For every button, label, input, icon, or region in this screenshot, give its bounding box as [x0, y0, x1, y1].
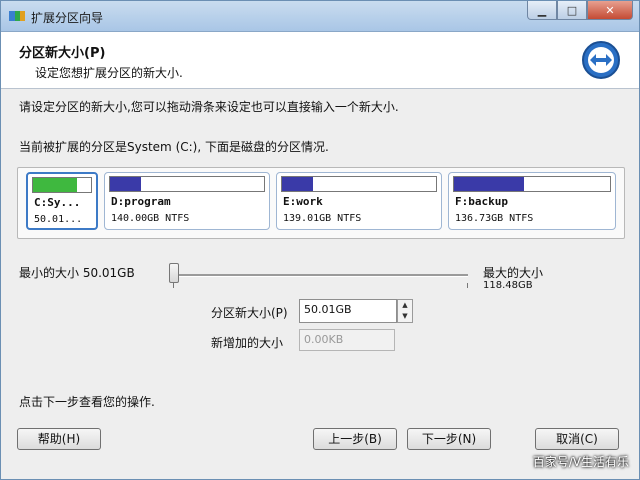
- title-bar: 扩展分区向导 ▁ □ ✕: [1, 1, 639, 32]
- usage-bar: [282, 177, 313, 191]
- usage-bar: [454, 177, 525, 191]
- size-slider-thumb[interactable]: [169, 263, 179, 283]
- partition-size: 139.01GB NTFS: [283, 213, 362, 224]
- slider-tick: [467, 283, 468, 288]
- minimize-button[interactable]: ▁: [527, 1, 557, 20]
- usage-bar: [33, 178, 77, 192]
- usage-bar: [110, 177, 141, 191]
- partition-size: 140.00GB NTFS: [111, 213, 190, 224]
- added-size-label: 新增加的大小: [211, 336, 284, 350]
- added-size-field: 0.00KB: [299, 329, 395, 351]
- next-button[interactable]: 下一步(N): [407, 428, 491, 450]
- current-partition-text: 当前被扩展的分区是System (C:), 下面是磁盘的分区情况.: [19, 140, 329, 154]
- partition-size: 50.01...: [34, 214, 83, 225]
- new-size-label: 分区新大小(P): [211, 306, 288, 320]
- help-button[interactable]: 帮助(H): [17, 428, 101, 450]
- min-size-label: 最小的大小 50.01GB: [19, 266, 135, 280]
- partition-c[interactable]: C:Sy... 50.01...: [26, 172, 98, 230]
- window-title: 扩展分区向导: [31, 11, 104, 25]
- partition-name: C:Sy...: [34, 196, 81, 209]
- app-icon: [9, 11, 25, 21]
- close-button[interactable]: ✕: [587, 1, 633, 20]
- disk-map: C:Sy... 50.01... D:program 140.00GB NTFS…: [17, 167, 625, 239]
- size-slider-track[interactable]: [173, 274, 468, 277]
- back-button[interactable]: 上一步(B): [313, 428, 397, 450]
- page-subtitle: 设定您想扩展分区的新大小.: [35, 66, 183, 80]
- spin-up-icon[interactable]: ▲: [398, 300, 412, 311]
- slider-tick: [173, 283, 174, 288]
- spin-down-icon[interactable]: ▼: [398, 311, 412, 322]
- new-size-spinner[interactable]: ▲ ▼: [397, 299, 413, 323]
- partition-name: F:backup: [455, 195, 508, 208]
- max-size-label: 最大的大小: [483, 266, 544, 280]
- watermark: 百家号/V生活有乐: [532, 455, 629, 469]
- partition-f[interactable]: F:backup 136.73GB NTFS: [448, 172, 616, 230]
- wizard-header: 分区新大小(P) 设定您想扩展分区的新大小.: [1, 32, 639, 89]
- partition-name: D:program: [111, 195, 171, 208]
- max-size-value: 118.48GB: [483, 280, 533, 291]
- footer-hint: 点击下一步查看您的操作.: [19, 395, 155, 409]
- intro-text: 请设定分区的新大小,您可以拖动滑条来设定也可以直接输入一个新大小.: [19, 100, 399, 114]
- partition-e[interactable]: E:work 139.01GB NTFS: [276, 172, 442, 230]
- cancel-button[interactable]: 取消(C): [535, 428, 619, 450]
- maximize-button[interactable]: □: [557, 1, 587, 20]
- wizard-window: 扩展分区向导 ▁ □ ✕ 分区新大小(P) 设定您想扩展分区的新大小. 请设定分…: [0, 0, 640, 480]
- page-title: 分区新大小(P): [19, 46, 106, 61]
- partition-size: 136.73GB NTFS: [455, 213, 534, 224]
- new-size-input[interactable]: 50.01GB: [299, 299, 397, 323]
- partition-d[interactable]: D:program 140.00GB NTFS: [104, 172, 270, 230]
- partition-name: E:work: [283, 195, 323, 208]
- resize-arrows-icon: [582, 41, 620, 79]
